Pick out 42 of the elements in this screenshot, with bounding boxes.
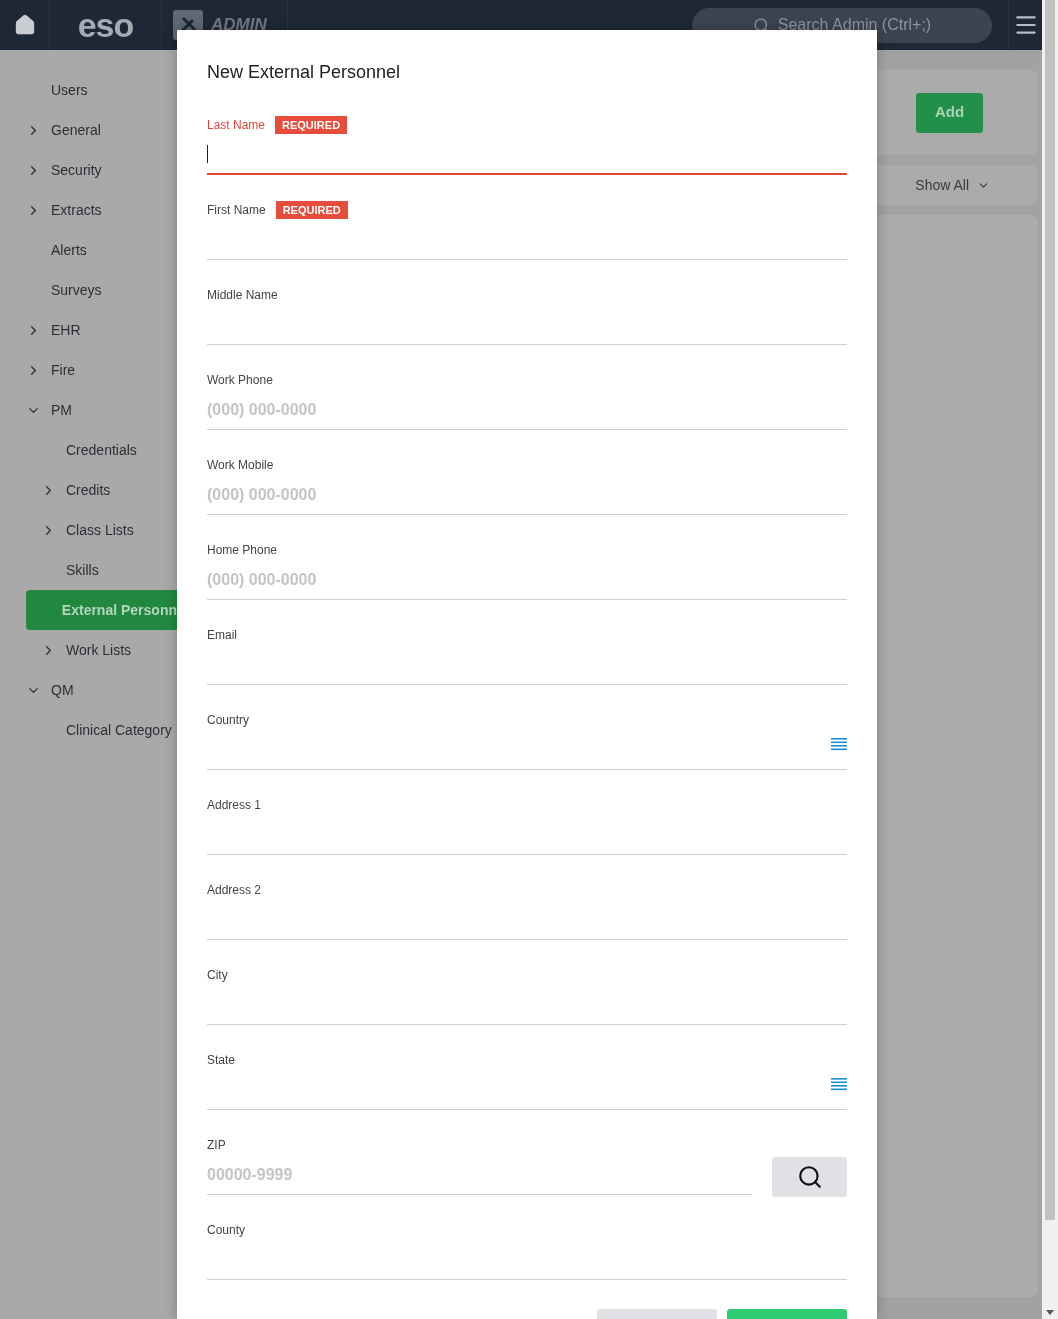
sidebar-item[interactable]: EHR [26, 310, 177, 350]
dialog-title: New External Personnel [207, 61, 402, 84]
sidebar-item[interactable]: QM [26, 670, 177, 710]
sidebar-item[interactable]: Skills [26, 550, 177, 590]
logo[interactable]: eso [77, 8, 134, 42]
field-label: State [207, 1052, 236, 1069]
search-icon [796, 1163, 823, 1190]
required-badge: REQUIRED [275, 201, 348, 219]
sidebar-item[interactable]: Work Lists [26, 630, 177, 670]
sidebar-item[interactable]: Fire [26, 350, 177, 390]
sidebar-item[interactable]: PM [26, 390, 177, 430]
sidebar-item[interactable]: Clinical Category [26, 710, 177, 750]
field-label: First Name [207, 202, 266, 219]
field-label: County [207, 1222, 246, 1239]
field-label: Address 2 [207, 882, 262, 899]
field-label: Middle Name [207, 287, 278, 304]
sidebar-item[interactable]: Credentials [26, 430, 177, 470]
sidebar-item[interactable]: Surveys [26, 270, 177, 310]
field-label: Work Mobile [207, 457, 274, 474]
sidebar-item[interactable]: Extracts [26, 190, 177, 230]
field-label: Email [207, 627, 237, 644]
sidebar-item[interactable]: Users [26, 70, 177, 110]
home-icon[interactable] [13, 14, 36, 36]
list-icon[interactable] [831, 1076, 847, 1091]
sidebar-item[interactable]: General [26, 110, 177, 150]
sidebar-item[interactable]: Credits [26, 470, 177, 510]
field-label: Country [207, 712, 250, 729]
field-label: City [207, 967, 228, 984]
field-label: Home Phone [207, 542, 278, 559]
section-title: ADMIN [211, 14, 267, 37]
list-icon[interactable] [831, 736, 847, 751]
sidebar-item[interactable]: Class Lists [26, 510, 177, 550]
scrollbar[interactable] [1042, 0, 1058, 1319]
sidebar-item[interactable]: Security [26, 150, 177, 190]
sidebar-item[interactable]: Alerts [26, 230, 177, 270]
search-button[interactable] [772, 1156, 847, 1197]
field-label: ZIP [207, 1137, 226, 1154]
field-label: Address 1 [207, 797, 262, 814]
filter-dropdown[interactable]: Show All [915, 174, 990, 196]
field-label: Last Name [207, 117, 266, 134]
field-label: Work Phone [207, 372, 273, 389]
required-badge: REQUIRED [275, 116, 348, 134]
